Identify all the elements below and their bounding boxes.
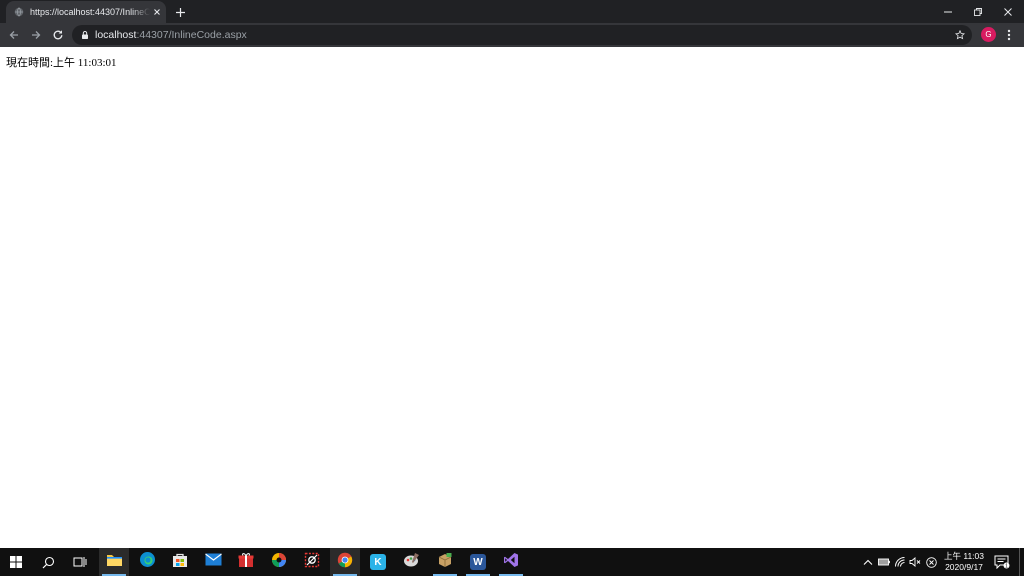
minimize-button[interactable] bbox=[933, 0, 963, 23]
minimize-icon bbox=[944, 11, 952, 12]
taskbar-app-k[interactable]: K bbox=[363, 548, 393, 576]
more-vertical-icon bbox=[1007, 29, 1011, 41]
taskbar-app-color[interactable] bbox=[264, 548, 294, 576]
wifi-icon[interactable] bbox=[894, 556, 906, 568]
edge-icon bbox=[139, 551, 156, 573]
arrow-left-icon bbox=[9, 31, 18, 39]
taskbar-app-gift[interactable] bbox=[231, 548, 261, 576]
notification-count: 1 bbox=[1005, 563, 1008, 569]
color-wheel-icon bbox=[271, 552, 287, 573]
browser-tab[interactable]: https://localhost:44307/InlineCode.aspx bbox=[6, 1, 166, 23]
gift-icon bbox=[238, 552, 254, 573]
status-error-icon[interactable] bbox=[925, 556, 937, 568]
palette-icon bbox=[403, 552, 420, 573]
show-hidden-icons-button[interactable] bbox=[862, 556, 874, 568]
package-icon bbox=[437, 552, 453, 573]
task-view-icon bbox=[73, 557, 87, 567]
taskbar-app-chrome[interactable] bbox=[330, 548, 360, 576]
back-button[interactable] bbox=[6, 27, 22, 43]
volume-muted-icon[interactable] bbox=[909, 556, 921, 568]
action-center-button[interactable]: 1 bbox=[994, 555, 1010, 569]
url-host: localhost bbox=[95, 29, 137, 41]
taskbar-app-file-explorer[interactable] bbox=[99, 548, 129, 576]
close-window-button[interactable] bbox=[993, 0, 1023, 23]
url-path: :44307/InlineCode.aspx bbox=[136, 29, 247, 41]
arrow-right-icon bbox=[32, 31, 41, 39]
bookmark-star-icon[interactable] bbox=[955, 30, 965, 40]
new-tab-button[interactable] bbox=[173, 5, 187, 19]
task-view-button[interactable] bbox=[65, 548, 95, 576]
close-icon bbox=[1004, 7, 1012, 16]
chevron-up-icon bbox=[863, 559, 873, 565]
taskbar-app-word[interactable]: W bbox=[463, 548, 493, 576]
mail-icon bbox=[204, 553, 222, 571]
search-icon bbox=[42, 556, 54, 568]
clock-time: 上午 11:03 bbox=[943, 551, 984, 561]
taskbar-app-visual-studio[interactable] bbox=[496, 548, 526, 576]
taskbar-app-package[interactable] bbox=[430, 548, 460, 576]
taskbar-app-edge[interactable] bbox=[132, 548, 162, 576]
url-text: localhost:44307/InlineCode.aspx bbox=[95, 29, 247, 41]
windows-logo-icon bbox=[10, 556, 22, 568]
browser-toolbar: localhost:44307/InlineCode.aspx G bbox=[0, 23, 1024, 47]
search-button[interactable] bbox=[33, 548, 63, 576]
profile-avatar[interactable]: G bbox=[981, 27, 996, 42]
restore-button[interactable] bbox=[963, 0, 993, 23]
k-icon: K bbox=[370, 554, 386, 570]
reload-icon bbox=[53, 30, 63, 40]
page-content: 現在時間:上午 11:03:01 bbox=[0, 47, 1024, 548]
folder-icon bbox=[106, 553, 123, 572]
address-bar[interactable]: localhost:44307/InlineCode.aspx bbox=[72, 25, 972, 45]
taskbar-app-snip[interactable] bbox=[297, 548, 327, 576]
taskbar-clock[interactable]: 上午 11:03 2020/9/17 bbox=[938, 551, 990, 573]
clock-date: 2020/9/17 bbox=[945, 562, 983, 572]
globe-icon bbox=[14, 7, 24, 17]
chrome-icon bbox=[337, 552, 353, 573]
close-tab-icon[interactable] bbox=[152, 7, 162, 17]
browser-menu-button[interactable] bbox=[1004, 27, 1014, 43]
windows-taskbar: K W 上午 11:03 2020/9/17 1 bbox=[0, 548, 1024, 576]
store-icon bbox=[172, 552, 188, 573]
battery-icon[interactable] bbox=[878, 556, 890, 568]
browser-title-bar: https://localhost:44307/InlineCode.aspx bbox=[0, 0, 1024, 23]
show-desktop-button[interactable] bbox=[1019, 548, 1020, 576]
plus-icon bbox=[175, 7, 185, 17]
restore-icon bbox=[974, 7, 982, 16]
snip-icon bbox=[304, 552, 320, 573]
start-button[interactable] bbox=[1, 548, 31, 576]
current-time-text: 現在時間:上午 11:03:01 bbox=[6, 57, 117, 69]
taskbar-app-paint[interactable] bbox=[396, 548, 426, 576]
tab-title: https://localhost:44307/InlineCode.aspx bbox=[30, 7, 150, 17]
forward-button[interactable] bbox=[28, 27, 44, 43]
taskbar-app-mail[interactable] bbox=[198, 548, 228, 576]
word-icon: W bbox=[470, 554, 486, 570]
taskbar-app-store[interactable] bbox=[165, 548, 195, 576]
visual-studio-icon bbox=[503, 552, 519, 573]
notification-icon: 1 bbox=[994, 555, 1010, 569]
reload-button[interactable] bbox=[50, 27, 66, 43]
lock-icon[interactable] bbox=[80, 30, 90, 40]
